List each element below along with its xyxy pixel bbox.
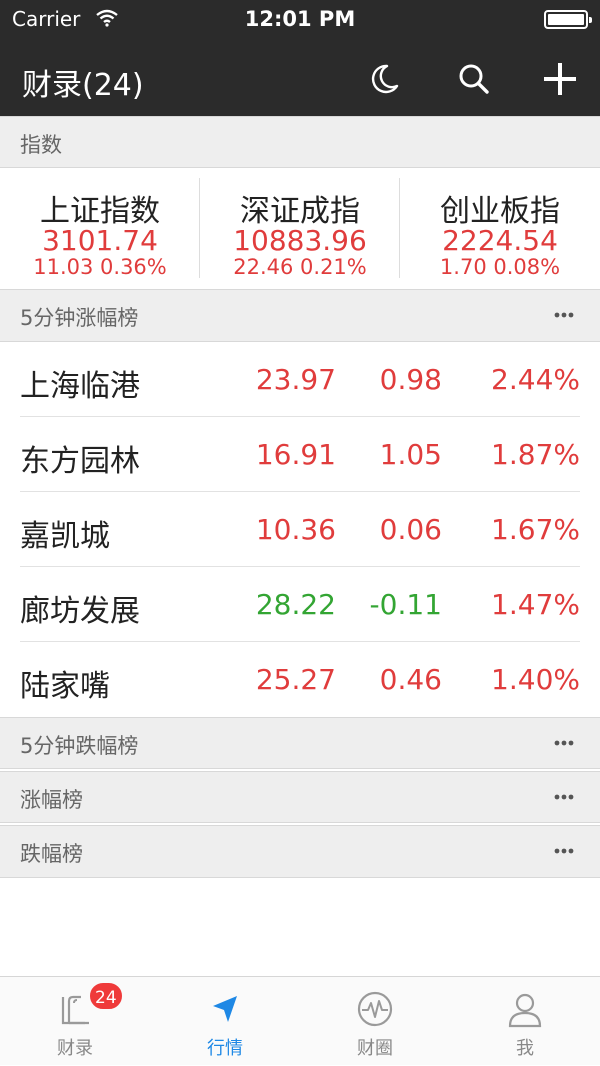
stock-delta: 0.06 [379, 513, 442, 546]
stock-row[interactable]: 廊坊发展 28.22 -0.11 1.47% [0, 567, 600, 642]
section-header-gainers-5min[interactable]: 5分钟涨幅榜 [0, 289, 600, 342]
stock-row[interactable]: 嘉凯城 10.36 0.06 1.67% [0, 492, 600, 567]
page-title: 财录(24) [22, 68, 144, 103]
search-icon[interactable] [454, 59, 494, 99]
stock-delta: -0.11 [369, 588, 442, 621]
index-change: 1.70 0.08% [439, 255, 561, 279]
user-icon [508, 993, 542, 1028]
tab-label: 我 [516, 1038, 534, 1059]
stock-delta: 0.98 [379, 363, 442, 396]
index-value: 2224.54 [442, 224, 558, 257]
add-icon[interactable] [540, 59, 580, 99]
section-header-losers-5min[interactable]: 5分钟跌幅榜 [0, 717, 600, 769]
section-header-gainers[interactable]: 涨幅榜 [0, 771, 600, 823]
stock-price: 28.22 [255, 588, 336, 621]
tab-me[interactable]: 我 [450, 977, 600, 1066]
stock-delta: 1.05 [379, 438, 442, 471]
stock-price: 10.36 [255, 513, 336, 546]
stock-percent: 1.40% [491, 663, 580, 696]
index-value: 10883.96 [233, 224, 367, 257]
more-icon[interactable] [554, 740, 574, 746]
stock-percent: 2.44% [491, 363, 580, 396]
stock-price: 25.27 [255, 663, 336, 696]
section-header-index: 指数 [0, 116, 600, 168]
section-label: 涨幅榜 [20, 788, 83, 812]
index-change: 22.46 0.21% [233, 255, 367, 279]
nav-bar: 财录(24) [0, 40, 600, 116]
tab-label: 行情 [207, 1038, 243, 1059]
more-icon[interactable] [554, 848, 574, 854]
section-header-losers[interactable]: 跌幅榜 [0, 825, 600, 878]
tab-circle[interactable]: 财圈 [300, 977, 450, 1066]
index-card-chinext[interactable]: 创业板指 2224.54 1.70 0.08% [400, 168, 600, 290]
stock-row[interactable]: 东方园林 16.91 1.05 1.87% [0, 417, 600, 492]
index-value: 3101.74 [42, 224, 158, 257]
index-card-shanghai[interactable]: 上证指数 3101.74 11.03 0.36% [0, 168, 200, 290]
tab-label: 财录 [57, 1038, 93, 1059]
stock-row[interactable]: 上海临港 23.97 0.98 2.44% [0, 342, 600, 417]
section-label: 5分钟跌幅榜 [20, 734, 139, 758]
stock-percent: 1.87% [491, 438, 580, 471]
stock-percent: 1.47% [491, 588, 580, 621]
stock-delta: 0.46 [379, 663, 442, 696]
section-label: 5分钟涨幅榜 [20, 306, 139, 330]
stock-name: 东方园林 [20, 444, 140, 479]
stock-row[interactable]: 陆家嘴 25.27 0.46 1.40% [0, 642, 600, 717]
pulse-icon [357, 991, 393, 1027]
tab-label: 财圈 [357, 1038, 393, 1059]
tab-news[interactable]: 24 财录 [0, 977, 150, 1066]
tab-bar: 24 财录 行情 财圈 我 [0, 976, 600, 1065]
stock-name: 上海临港 [20, 369, 140, 404]
battery-icon [544, 10, 592, 29]
index-change: 11.03 0.36% [33, 255, 167, 279]
section-label: 指数 [20, 133, 62, 157]
tab-market[interactable]: 行情 [150, 977, 300, 1066]
location-arrow-icon [213, 996, 237, 1022]
section-label: 跌幅榜 [20, 842, 83, 866]
status-bar: Carrier 12:01 PM [0, 0, 600, 40]
index-card-shenzhen[interactable]: 深证成指 10883.96 22.46 0.21% [200, 168, 400, 290]
moon-icon[interactable] [364, 59, 404, 99]
index-panel: 上证指数 3101.74 11.03 0.36% 深证成指 10883.96 2… [0, 168, 600, 290]
stock-price: 16.91 [255, 438, 336, 471]
clock: 12:01 PM [244, 7, 356, 31]
notification-badge: 24 [88, 981, 124, 1011]
battery-fill [548, 14, 584, 25]
stock-percent: 1.67% [491, 513, 580, 546]
stock-name: 嘉凯城 [20, 519, 110, 554]
stock-price: 23.97 [255, 363, 336, 396]
more-icon[interactable] [554, 312, 574, 318]
more-icon[interactable] [554, 794, 574, 800]
stock-name: 陆家嘴 [20, 669, 110, 704]
stock-name: 廊坊发展 [20, 594, 140, 629]
